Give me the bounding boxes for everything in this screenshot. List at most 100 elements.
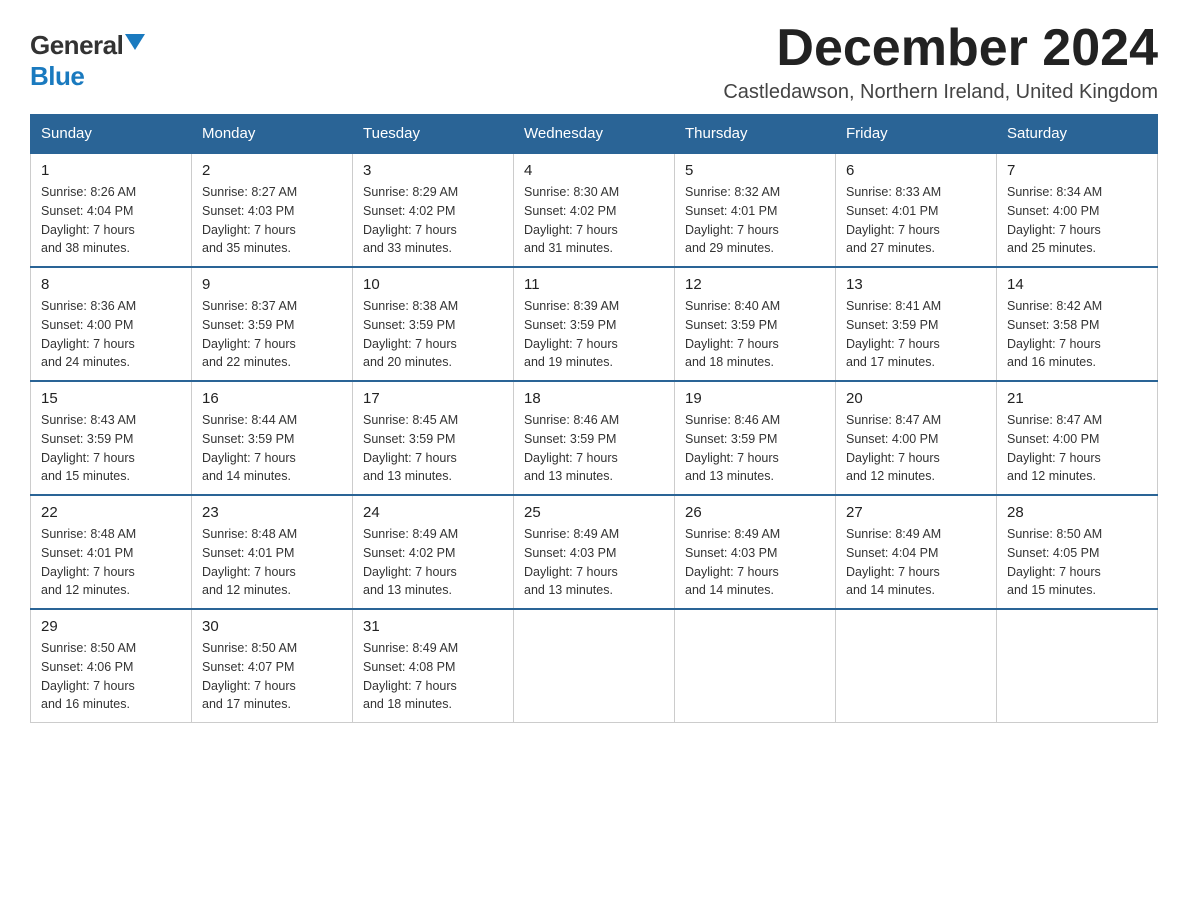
- day-number: 8: [41, 276, 181, 293]
- day-number: 23: [202, 504, 342, 521]
- calendar-cell: 8 Sunrise: 8:36 AMSunset: 4:00 PMDayligh…: [31, 267, 192, 381]
- calendar-cell: 23 Sunrise: 8:48 AMSunset: 4:01 PMDaylig…: [192, 495, 353, 609]
- calendar-cell: 27 Sunrise: 8:49 AMSunset: 4:04 PMDaylig…: [836, 495, 997, 609]
- day-info: Sunrise: 8:32 AMSunset: 4:01 PMDaylight:…: [685, 185, 780, 255]
- calendar-cell: 11 Sunrise: 8:39 AMSunset: 3:59 PMDaylig…: [514, 267, 675, 381]
- day-info: Sunrise: 8:38 AMSunset: 3:59 PMDaylight:…: [363, 299, 458, 369]
- day-info: Sunrise: 8:48 AMSunset: 4:01 PMDaylight:…: [41, 527, 136, 597]
- day-number: 10: [363, 276, 503, 293]
- day-number: 20: [846, 390, 986, 407]
- calendar-cell: 18 Sunrise: 8:46 AMSunset: 3:59 PMDaylig…: [514, 381, 675, 495]
- calendar-cell: 10 Sunrise: 8:38 AMSunset: 3:59 PMDaylig…: [353, 267, 514, 381]
- day-number: 22: [41, 504, 181, 521]
- day-number: 4: [524, 162, 664, 179]
- logo-triangle-icon: [125, 34, 145, 50]
- calendar-cell: [514, 609, 675, 723]
- day-number: 24: [363, 504, 503, 521]
- day-info: Sunrise: 8:26 AMSunset: 4:04 PMDaylight:…: [41, 185, 136, 255]
- calendar-cell: 9 Sunrise: 8:37 AMSunset: 3:59 PMDayligh…: [192, 267, 353, 381]
- header-sunday: Sunday: [31, 115, 192, 154]
- day-info: Sunrise: 8:34 AMSunset: 4:00 PMDaylight:…: [1007, 185, 1102, 255]
- day-info: Sunrise: 8:50 AMSunset: 4:07 PMDaylight:…: [202, 641, 297, 711]
- calendar-header-row: SundayMondayTuesdayWednesdayThursdayFrid…: [31, 115, 1158, 154]
- week-row-2: 8 Sunrise: 8:36 AMSunset: 4:00 PMDayligh…: [31, 267, 1158, 381]
- day-number: 31: [363, 618, 503, 635]
- page-header: General Blue December 2024 Castledawson,…: [30, 20, 1158, 104]
- day-number: 9: [202, 276, 342, 293]
- day-number: 15: [41, 390, 181, 407]
- day-info: Sunrise: 8:36 AMSunset: 4:00 PMDaylight:…: [41, 299, 136, 369]
- day-number: 30: [202, 618, 342, 635]
- day-info: Sunrise: 8:40 AMSunset: 3:59 PMDaylight:…: [685, 299, 780, 369]
- calendar-cell: 4 Sunrise: 8:30 AMSunset: 4:02 PMDayligh…: [514, 153, 675, 267]
- day-number: 25: [524, 504, 664, 521]
- day-number: 1: [41, 162, 181, 179]
- header-friday: Friday: [836, 115, 997, 154]
- calendar-cell: 28 Sunrise: 8:50 AMSunset: 4:05 PMDaylig…: [997, 495, 1158, 609]
- week-row-4: 22 Sunrise: 8:48 AMSunset: 4:01 PMDaylig…: [31, 495, 1158, 609]
- day-number: 16: [202, 390, 342, 407]
- day-info: Sunrise: 8:41 AMSunset: 3:59 PMDaylight:…: [846, 299, 941, 369]
- calendar-cell: 16 Sunrise: 8:44 AMSunset: 3:59 PMDaylig…: [192, 381, 353, 495]
- day-info: Sunrise: 8:29 AMSunset: 4:02 PMDaylight:…: [363, 185, 458, 255]
- header-thursday: Thursday: [675, 115, 836, 154]
- header-tuesday: Tuesday: [353, 115, 514, 154]
- day-number: 6: [846, 162, 986, 179]
- calendar-cell: 21 Sunrise: 8:47 AMSunset: 4:00 PMDaylig…: [997, 381, 1158, 495]
- day-info: Sunrise: 8:42 AMSunset: 3:58 PMDaylight:…: [1007, 299, 1102, 369]
- calendar-cell: 14 Sunrise: 8:42 AMSunset: 3:58 PMDaylig…: [997, 267, 1158, 381]
- logo: General Blue: [30, 20, 145, 92]
- calendar-cell: 20 Sunrise: 8:47 AMSunset: 4:00 PMDaylig…: [836, 381, 997, 495]
- calendar-cell: 2 Sunrise: 8:27 AMSunset: 4:03 PMDayligh…: [192, 153, 353, 267]
- calendar-cell: [997, 609, 1158, 723]
- day-info: Sunrise: 8:49 AMSunset: 4:08 PMDaylight:…: [363, 641, 458, 711]
- calendar-cell: 24 Sunrise: 8:49 AMSunset: 4:02 PMDaylig…: [353, 495, 514, 609]
- day-info: Sunrise: 8:49 AMSunset: 4:04 PMDaylight:…: [846, 527, 941, 597]
- day-number: 12: [685, 276, 825, 293]
- calendar-cell: 26 Sunrise: 8:49 AMSunset: 4:03 PMDaylig…: [675, 495, 836, 609]
- day-number: 19: [685, 390, 825, 407]
- day-number: 3: [363, 162, 503, 179]
- day-number: 14: [1007, 276, 1147, 293]
- calendar-cell: 13 Sunrise: 8:41 AMSunset: 3:59 PMDaylig…: [836, 267, 997, 381]
- day-info: Sunrise: 8:50 AMSunset: 4:05 PMDaylight:…: [1007, 527, 1102, 597]
- day-info: Sunrise: 8:44 AMSunset: 3:59 PMDaylight:…: [202, 413, 297, 483]
- day-info: Sunrise: 8:47 AMSunset: 4:00 PMDaylight:…: [846, 413, 941, 483]
- location-subtitle: Castledawson, Northern Ireland, United K…: [723, 81, 1158, 104]
- calendar-cell: 7 Sunrise: 8:34 AMSunset: 4:00 PMDayligh…: [997, 153, 1158, 267]
- calendar-cell: 22 Sunrise: 8:48 AMSunset: 4:01 PMDaylig…: [31, 495, 192, 609]
- day-info: Sunrise: 8:37 AMSunset: 3:59 PMDaylight:…: [202, 299, 297, 369]
- day-number: 27: [846, 504, 986, 521]
- day-number: 17: [363, 390, 503, 407]
- calendar-cell: 19 Sunrise: 8:46 AMSunset: 3:59 PMDaylig…: [675, 381, 836, 495]
- calendar-cell: 12 Sunrise: 8:40 AMSunset: 3:59 PMDaylig…: [675, 267, 836, 381]
- header-monday: Monday: [192, 115, 353, 154]
- day-number: 18: [524, 390, 664, 407]
- calendar-cell: [675, 609, 836, 723]
- calendar-cell: 5 Sunrise: 8:32 AMSunset: 4:01 PMDayligh…: [675, 153, 836, 267]
- calendar-cell: 1 Sunrise: 8:26 AMSunset: 4:04 PMDayligh…: [31, 153, 192, 267]
- week-row-3: 15 Sunrise: 8:43 AMSunset: 3:59 PMDaylig…: [31, 381, 1158, 495]
- week-row-1: 1 Sunrise: 8:26 AMSunset: 4:04 PMDayligh…: [31, 153, 1158, 267]
- day-number: 21: [1007, 390, 1147, 407]
- day-number: 5: [685, 162, 825, 179]
- calendar-cell: 30 Sunrise: 8:50 AMSunset: 4:07 PMDaylig…: [192, 609, 353, 723]
- calendar-cell: 31 Sunrise: 8:49 AMSunset: 4:08 PMDaylig…: [353, 609, 514, 723]
- calendar-cell: 15 Sunrise: 8:43 AMSunset: 3:59 PMDaylig…: [31, 381, 192, 495]
- day-info: Sunrise: 8:49 AMSunset: 4:03 PMDaylight:…: [685, 527, 780, 597]
- week-row-5: 29 Sunrise: 8:50 AMSunset: 4:06 PMDaylig…: [31, 609, 1158, 723]
- day-number: 11: [524, 276, 664, 293]
- calendar-cell: 6 Sunrise: 8:33 AMSunset: 4:01 PMDayligh…: [836, 153, 997, 267]
- day-info: Sunrise: 8:49 AMSunset: 4:02 PMDaylight:…: [363, 527, 458, 597]
- day-info: Sunrise: 8:30 AMSunset: 4:02 PMDaylight:…: [524, 185, 619, 255]
- day-number: 7: [1007, 162, 1147, 179]
- calendar-cell: [836, 609, 997, 723]
- day-number: 13: [846, 276, 986, 293]
- day-number: 26: [685, 504, 825, 521]
- day-info: Sunrise: 8:47 AMSunset: 4:00 PMDaylight:…: [1007, 413, 1102, 483]
- day-info: Sunrise: 8:27 AMSunset: 4:03 PMDaylight:…: [202, 185, 297, 255]
- calendar-cell: 25 Sunrise: 8:49 AMSunset: 4:03 PMDaylig…: [514, 495, 675, 609]
- logo-general-text: General: [30, 30, 123, 61]
- day-number: 28: [1007, 504, 1147, 521]
- header-saturday: Saturday: [997, 115, 1158, 154]
